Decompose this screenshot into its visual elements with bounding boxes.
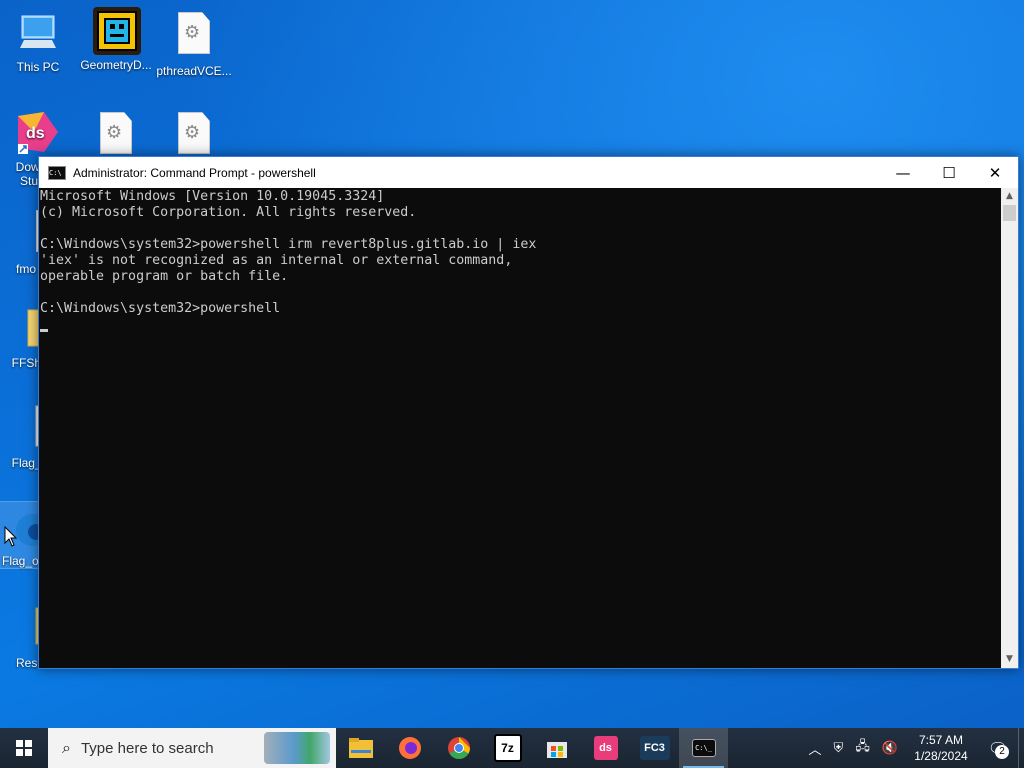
maximize-button[interactable]: ☐: [926, 157, 972, 188]
vertical-scrollbar[interactable]: ▲ ▼: [1001, 188, 1018, 668]
settings-file-icon: ⚙: [170, 112, 218, 160]
scroll-up-arrow-icon[interactable]: ▲: [1001, 188, 1018, 205]
notification-center-button[interactable]: 🗨 2: [978, 728, 1018, 768]
7zip-icon: 7z: [493, 734, 522, 762]
file-explorer-icon: [348, 738, 373, 758]
command-prompt-icon: C:\_: [691, 739, 716, 757]
mouse-pointer-icon: [4, 526, 18, 547]
window-titlebar[interactable]: C:\ Administrator: Command Prompt - powe…: [39, 157, 1018, 188]
taskbar-app-command-prompt[interactable]: C:\_: [679, 728, 728, 768]
taskbar-app-fc3[interactable]: FC3: [630, 728, 679, 768]
search-highlight-image: [264, 732, 330, 764]
clock[interactable]: 7:57 AM 1/28/2024: [904, 732, 978, 764]
this-pc-icon: [14, 8, 62, 56]
window-title: Administrator: Command Prompt - powershe…: [73, 165, 316, 180]
search-icon: ⌕: [62, 738, 71, 757]
geometry-dash-icon: [92, 6, 141, 55]
taskbar-app-firefox[interactable]: [385, 728, 434, 768]
taskbar-app-7zip[interactable]: 7z: [483, 728, 532, 768]
scrollbar-thumb[interactable]: [1003, 205, 1016, 221]
security-alert-icon[interactable]: ⛨: [834, 741, 844, 756]
chrome-icon: [447, 737, 470, 759]
ds-app-icon: ds: [593, 736, 618, 760]
settings-file-icon: ⚙: [92, 112, 140, 160]
ds-app-shortcut-icon: ds: [14, 108, 62, 156]
taskbar-app-file-explorer[interactable]: [336, 728, 385, 768]
show-desktop-button[interactable]: [1018, 728, 1024, 768]
taskbar-app-chrome[interactable]: [434, 728, 483, 768]
command-prompt-app-icon: C:\: [48, 165, 66, 180]
dll-file-icon: ⚙: [170, 12, 218, 60]
console-output: Microsoft Windows [Version 10.0.19045.33…: [40, 189, 537, 316]
desktop-icon-this-pc[interactable]: This PC: [0, 8, 76, 74]
close-button[interactable]: ✕: [972, 157, 1018, 188]
desktop-icon-label: pthreadVCE...: [156, 64, 232, 78]
search-placeholder: Type here to search: [80, 739, 214, 757]
desktop-icon-pthread[interactable]: ⚙ pthreadVCE...: [156, 8, 232, 78]
windows-logo-icon: [16, 740, 32, 756]
desktop-icon-label: Flag_o: [2, 554, 39, 568]
taskbar-search-box[interactable]: ⌕ Type here to search: [48, 728, 336, 768]
fc3-icon: FC3: [639, 736, 670, 760]
scroll-down-arrow-icon[interactable]: ▼: [1001, 651, 1018, 668]
system-tray: ︿ ⛨ 🖧 🔇 7:57 AM 1/28/2024 🗨 2: [803, 728, 1024, 768]
taskbar-app-ds[interactable]: ds: [581, 728, 630, 768]
clock-time: 7:57 AM: [918, 733, 964, 747]
clock-date: 1/28/2024: [914, 749, 968, 763]
minimize-button[interactable]: —: [880, 157, 926, 188]
desktop-icon-label: GeometryD...: [80, 58, 152, 72]
desktop-icon-geometry-dash[interactable]: GeometryD...: [78, 6, 154, 72]
start-button[interactable]: [0, 728, 48, 768]
network-icon[interactable]: 🖧: [855, 737, 870, 759]
text-cursor: [40, 329, 48, 332]
svg-text:ds: ds: [26, 125, 45, 142]
volume-muted-icon[interactable]: 🔇: [882, 741, 898, 756]
command-prompt-window[interactable]: C:\ Administrator: Command Prompt - powe…: [38, 156, 1019, 669]
firefox-icon: [398, 737, 421, 759]
show-hidden-icons-chevron-icon[interactable]: ︿: [809, 739, 822, 758]
taskbar-app-microsoft-store[interactable]: [532, 728, 581, 768]
console-area[interactable]: Microsoft Windows [Version 10.0.19045.33…: [39, 188, 1001, 668]
desktop-icon-label: This PC: [16, 60, 60, 74]
taskbar: ⌕ Type here to search 7z ds FC3 C:\_ ︿ ⛨…: [0, 728, 1024, 768]
notification-count-badge: 2: [995, 745, 1009, 759]
microsoft-store-icon: [546, 742, 567, 758]
